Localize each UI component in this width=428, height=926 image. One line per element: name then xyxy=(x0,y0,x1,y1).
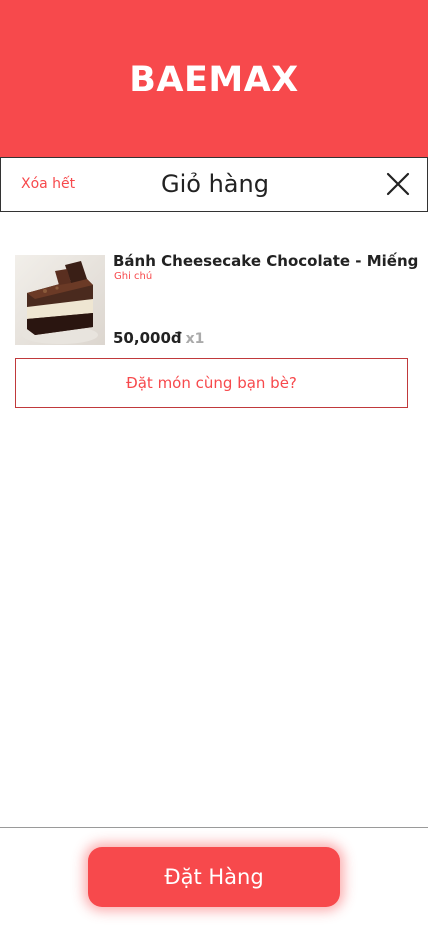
app-header: BAEMAX xyxy=(0,0,428,158)
item-note-link[interactable]: Ghi chú xyxy=(114,271,152,282)
page-title: Giỏ hàng xyxy=(161,170,269,198)
cart-item[interactable]: Bánh Cheesecake Chocolate - Miếng Ghi ch… xyxy=(15,252,418,347)
footer-divider xyxy=(0,827,428,828)
cart-titlebar: Xóa hết Giỏ hàng xyxy=(0,157,428,212)
group-order-button[interactable]: Đặt món cùng bạn bè? xyxy=(15,358,408,408)
product-image xyxy=(15,255,105,345)
brand-logo: BAEMAX xyxy=(129,59,299,100)
checkout-button[interactable]: Đặt Hàng xyxy=(88,847,340,907)
item-price-value: 50,000đ xyxy=(113,329,182,347)
item-price: 50,000đ x1 xyxy=(113,329,204,347)
item-name: Bánh Cheesecake Chocolate - Miếng xyxy=(113,252,419,270)
close-icon[interactable] xyxy=(385,171,411,197)
item-quantity: x1 xyxy=(185,331,205,347)
